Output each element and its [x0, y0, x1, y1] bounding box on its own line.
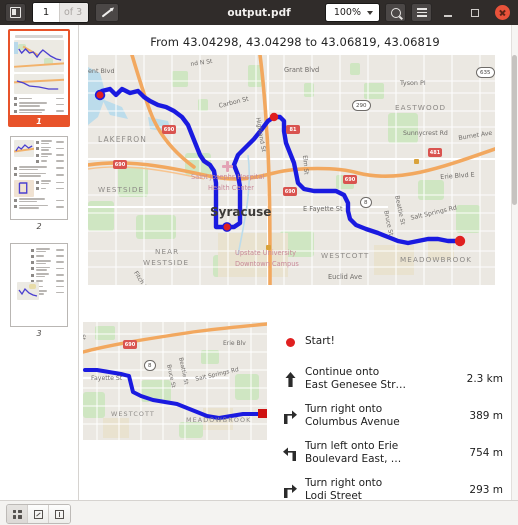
direction-line2-3: Boulevard East, … [305, 453, 402, 465]
annotation-view-button[interactable] [28, 505, 49, 523]
turn-right-icon [275, 408, 305, 425]
direction-distance-1: 2.3 km [466, 373, 503, 385]
direction-row-3[interactable]: Turn left onto Erie Boulevard East, … 75… [275, 436, 503, 470]
interstate-shield: 690 [283, 187, 297, 196]
highway-shield: 8 [144, 360, 156, 371]
interstate-shield: 690 [123, 340, 137, 349]
direction-row-0[interactable]: Start! [275, 325, 503, 359]
bottom-bar [0, 500, 518, 525]
highway-shield: 635 [476, 67, 495, 78]
chevron-down-icon [367, 10, 373, 15]
direction-line1-3: Turn left onto Erie [305, 439, 399, 452]
turn-left-icon [275, 445, 305, 462]
directions-list: Start! Continue onto East Genesee Str… 2… [275, 325, 503, 500]
menu-button[interactable] [411, 3, 432, 22]
minimize-button[interactable] [437, 3, 459, 22]
mini-map-small [14, 74, 64, 94]
route-map-small[interactable]: Erie Blv Fayette St Bruce St Beattie St Salt… [83, 322, 267, 440]
grid-icon [12, 509, 22, 519]
small-map-graphics [83, 322, 267, 440]
mini-map-c [17, 282, 39, 300]
toggle-sidebar-button[interactable] [5, 3, 26, 22]
interstate-shield: 81 [286, 125, 300, 134]
pen-icon [101, 8, 113, 17]
direction-line2-1: East Genesee Str… [305, 379, 407, 391]
thumbnail-page-2-preview [10, 136, 68, 220]
pdf-viewer-window: 1 of 3 output.pdf 100% 1 2 3 From 43.042… [0, 0, 518, 525]
close-button[interactable] [491, 3, 513, 22]
interstate-shield: 481 [428, 148, 442, 157]
page-number-input[interactable]: 1 [33, 3, 59, 22]
mini-map-large [14, 40, 64, 72]
search-button[interactable] [385, 3, 406, 22]
zoom-selector[interactable]: 100% [324, 3, 380, 22]
interstate-shield: 690 [162, 125, 176, 134]
search-icon [390, 7, 401, 18]
bookmark-view-button[interactable] [49, 505, 70, 523]
annotate-button[interactable] [95, 3, 120, 22]
thumbnail-page-1-label: 1 [36, 117, 42, 126]
direction-distance-4: 293 m [469, 484, 503, 496]
direction-line2-4: Lodi Street [305, 490, 362, 500]
mini-title [15, 35, 63, 38]
sidebar-icon [10, 7, 21, 18]
close-icon [494, 5, 510, 20]
thumbnail-sidebar[interactable]: 1 2 3 [0, 25, 79, 500]
mini-direction-lines [14, 97, 64, 114]
direction-text-3: Turn left onto Erie Boulevard East, … [305, 440, 451, 467]
map-graphics [88, 55, 495, 285]
document-view: From 43.04298, 43.04298 to 43.06819, 43.… [79, 25, 511, 500]
direction-line1-4: Turn right onto [305, 476, 383, 489]
thumbnails-view-button[interactable] [7, 505, 28, 523]
direction-line2-2: Columbus Avenue [305, 416, 400, 428]
direction-row-4[interactable]: Turn right onto Lodi Street 293 m [275, 473, 503, 500]
direction-text-1: Continue onto East Genesee Str… [305, 366, 451, 393]
direction-line1-1: Continue onto [305, 365, 380, 378]
title-bar-right-controls: 100% [324, 3, 513, 22]
hamburger-icon [416, 8, 427, 17]
mini-map-b [14, 180, 34, 198]
thumbnail-page-3[interactable]: 3 [8, 241, 70, 341]
direction-line1-0: Start! [305, 335, 335, 348]
minimize-icon [444, 15, 452, 17]
direction-row-1[interactable]: Continue onto East Genesee Str… 2.3 km [275, 362, 503, 396]
interstate-shield: 690 [343, 175, 357, 184]
direction-row-2[interactable]: Turn right onto Columbus Avenue 389 m [275, 399, 503, 433]
highway-shield: 8 [360, 197, 372, 208]
turn-right-icon [275, 482, 305, 499]
start-dot-icon [275, 337, 305, 347]
maximize-button[interactable] [464, 3, 486, 22]
interstate-shield: 690 [113, 160, 127, 169]
thumbnail-page-2-label: 2 [36, 222, 42, 231]
page-navigation[interactable]: 1 of 3 [32, 2, 90, 23]
thumbnail-page-1[interactable]: 1 [8, 29, 70, 127]
direction-text-4: Turn right onto Lodi Street [305, 477, 451, 501]
route-map-large[interactable]: LAKEFRON nd N St Carbon St Grant Blvd Tyson … [88, 55, 495, 285]
zoom-level-label: 100% [333, 7, 361, 18]
direction-distance-3: 754 m [469, 447, 503, 459]
arrow-straight-icon [275, 371, 305, 388]
direction-distance-2: 389 m [469, 410, 503, 422]
maximize-icon [471, 8, 479, 17]
page-total-label: of 3 [59, 3, 89, 22]
scrollbar-thumb[interactable] [512, 55, 517, 205]
highway-shield: 290 [352, 100, 371, 111]
page-title: From 43.04298, 43.04298 to 43.06819, 43.… [150, 35, 440, 49]
title-bar: 1 of 3 output.pdf 100% [0, 0, 518, 25]
direction-text-2: Turn right onto Columbus Avenue [305, 403, 451, 430]
direction-text-0: Start! [305, 335, 451, 349]
thumbnail-page-1-preview [10, 31, 68, 115]
vertical-scrollbar[interactable] [511, 25, 518, 500]
direction-line1-2: Turn right onto [305, 402, 383, 415]
pen-square-icon [33, 509, 43, 519]
mini-map-a [14, 140, 34, 157]
bookmark-icon [55, 509, 64, 519]
thumbnail-page-2[interactable]: 2 [8, 134, 70, 234]
thumbnail-page-3-label: 3 [36, 329, 42, 338]
thumbnail-page-3-preview [10, 243, 68, 327]
view-mode-buttons [6, 504, 71, 524]
